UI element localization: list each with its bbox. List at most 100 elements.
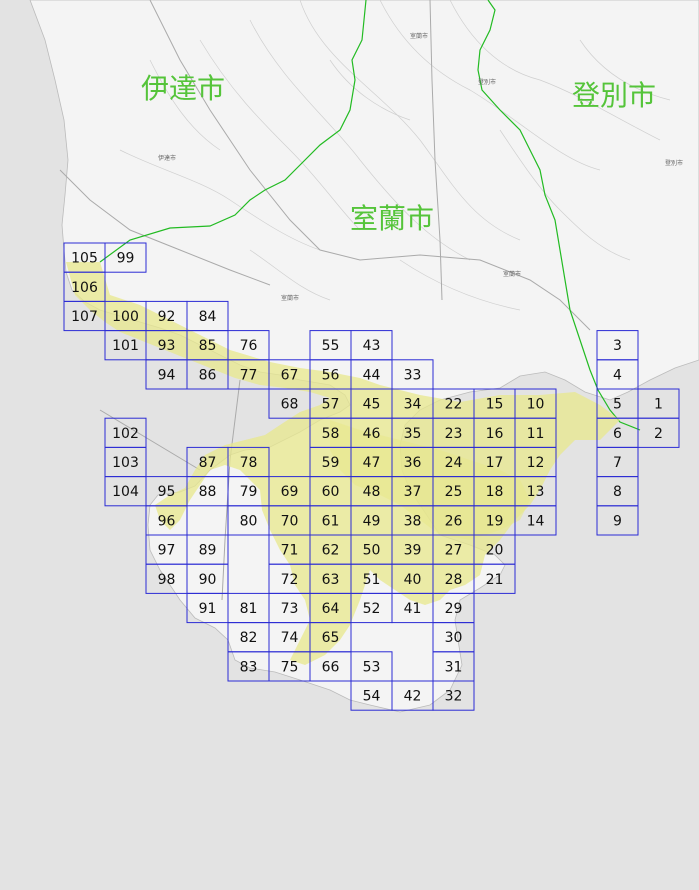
small-label: 室蘭市 bbox=[503, 270, 521, 278]
tile-number: 60 bbox=[322, 484, 340, 500]
small-label: 登別市 bbox=[665, 159, 683, 167]
tile-number: 41 bbox=[404, 601, 422, 617]
tile-number: 3 bbox=[613, 338, 622, 354]
tile-number: 43 bbox=[363, 338, 381, 354]
tile-number: 16 bbox=[486, 426, 504, 442]
tile-number: 44 bbox=[363, 367, 381, 383]
tile-number: 42 bbox=[404, 689, 422, 705]
tile-number: 37 bbox=[404, 484, 422, 500]
tile-number: 93 bbox=[158, 338, 176, 354]
tile-number: 70 bbox=[281, 513, 299, 529]
tile-number: 62 bbox=[322, 543, 340, 559]
tile-number: 65 bbox=[322, 630, 340, 646]
tile-number: 73 bbox=[281, 601, 299, 617]
tile-number: 63 bbox=[322, 572, 340, 588]
tile-number: 77 bbox=[240, 367, 258, 383]
tile-number: 25 bbox=[445, 484, 463, 500]
tile-number: 31 bbox=[445, 659, 463, 675]
tile-number: 82 bbox=[240, 630, 258, 646]
tile-number: 97 bbox=[158, 543, 176, 559]
tile-number: 12 bbox=[527, 455, 545, 471]
tile-number: 83 bbox=[240, 659, 258, 675]
tile-number: 52 bbox=[363, 601, 381, 617]
tile-number: 15 bbox=[486, 397, 504, 413]
tile-number: 55 bbox=[322, 338, 340, 354]
tile-number: 49 bbox=[363, 513, 381, 529]
small-label: 室蘭市 bbox=[281, 294, 299, 302]
tile-number: 80 bbox=[240, 513, 258, 529]
tile-number: 58 bbox=[322, 426, 340, 442]
tile-number: 98 bbox=[158, 572, 176, 588]
tile-number: 101 bbox=[112, 338, 139, 354]
tile-number: 72 bbox=[281, 572, 299, 588]
tile-number: 76 bbox=[240, 338, 258, 354]
tile-number: 64 bbox=[322, 601, 340, 617]
tile-number: 14 bbox=[527, 513, 545, 529]
tile-number: 96 bbox=[158, 513, 176, 529]
tile-number: 74 bbox=[281, 630, 299, 646]
tile-number: 4 bbox=[613, 367, 622, 383]
tile-number: 104 bbox=[112, 484, 139, 500]
tile-number: 47 bbox=[363, 455, 381, 471]
tile-number: 85 bbox=[199, 338, 217, 354]
tile-number: 53 bbox=[363, 659, 381, 675]
tile-number: 48 bbox=[363, 484, 381, 500]
tile-number: 9 bbox=[613, 513, 622, 529]
tile-number: 2 bbox=[654, 426, 663, 442]
tile-number: 102 bbox=[112, 426, 139, 442]
tile-number: 39 bbox=[404, 543, 422, 559]
tile-number: 11 bbox=[527, 426, 545, 442]
tile-number: 20 bbox=[486, 543, 504, 559]
tile-number: 67 bbox=[281, 367, 299, 383]
tile-number: 26 bbox=[445, 513, 463, 529]
tile-number: 21 bbox=[486, 572, 504, 588]
tile-number: 30 bbox=[445, 630, 463, 646]
tile-number: 107 bbox=[71, 309, 98, 325]
tile-number: 61 bbox=[322, 513, 340, 529]
tile-number: 88 bbox=[199, 484, 217, 500]
city-label-muroran: 室蘭市 bbox=[350, 202, 434, 235]
tile-number: 92 bbox=[158, 309, 176, 325]
city-label-date: 伊達市 bbox=[141, 72, 225, 105]
tile-number: 10 bbox=[527, 397, 545, 413]
tile-number: 32 bbox=[445, 689, 463, 705]
tile-number: 29 bbox=[445, 601, 463, 617]
tile-number: 84 bbox=[199, 309, 217, 325]
tile-number: 28 bbox=[445, 572, 463, 588]
tile-number: 6 bbox=[613, 426, 622, 442]
tile-number: 23 bbox=[445, 426, 463, 442]
tile-number: 24 bbox=[445, 455, 463, 471]
tile-number: 7 bbox=[613, 455, 622, 471]
small-label: 登別市 bbox=[478, 78, 496, 86]
tile-number: 50 bbox=[363, 543, 381, 559]
tile-number: 71 bbox=[281, 543, 299, 559]
tile-number: 17 bbox=[486, 455, 504, 471]
tile-number: 33 bbox=[404, 367, 422, 383]
tile-number: 69 bbox=[281, 484, 299, 500]
tile-number: 75 bbox=[281, 659, 299, 675]
tile-number: 91 bbox=[199, 601, 217, 617]
tile-number: 87 bbox=[199, 455, 217, 471]
tile-number: 94 bbox=[158, 367, 176, 383]
tile-number: 79 bbox=[240, 484, 258, 500]
tile-number: 90 bbox=[199, 572, 217, 588]
tile-number: 68 bbox=[281, 397, 299, 413]
tile-number: 5 bbox=[613, 397, 622, 413]
tile-number: 99 bbox=[117, 251, 135, 267]
tile-number: 86 bbox=[199, 367, 217, 383]
tile-number: 35 bbox=[404, 426, 422, 442]
small-label: 伊達市 bbox=[158, 154, 176, 162]
tile-number: 45 bbox=[363, 397, 381, 413]
tile-number: 54 bbox=[363, 689, 381, 705]
tile-number: 59 bbox=[322, 455, 340, 471]
tile-number: 18 bbox=[486, 484, 504, 500]
tile-number: 57 bbox=[322, 397, 340, 413]
tile-number: 27 bbox=[445, 543, 463, 559]
tile-number: 105 bbox=[71, 251, 98, 267]
tile-number: 100 bbox=[112, 309, 139, 325]
small-label: 室蘭市 bbox=[410, 32, 428, 40]
tile-number: 46 bbox=[363, 426, 381, 442]
tile-number: 95 bbox=[158, 484, 176, 500]
tile-number: 103 bbox=[112, 455, 139, 471]
tile-number: 38 bbox=[404, 513, 422, 529]
